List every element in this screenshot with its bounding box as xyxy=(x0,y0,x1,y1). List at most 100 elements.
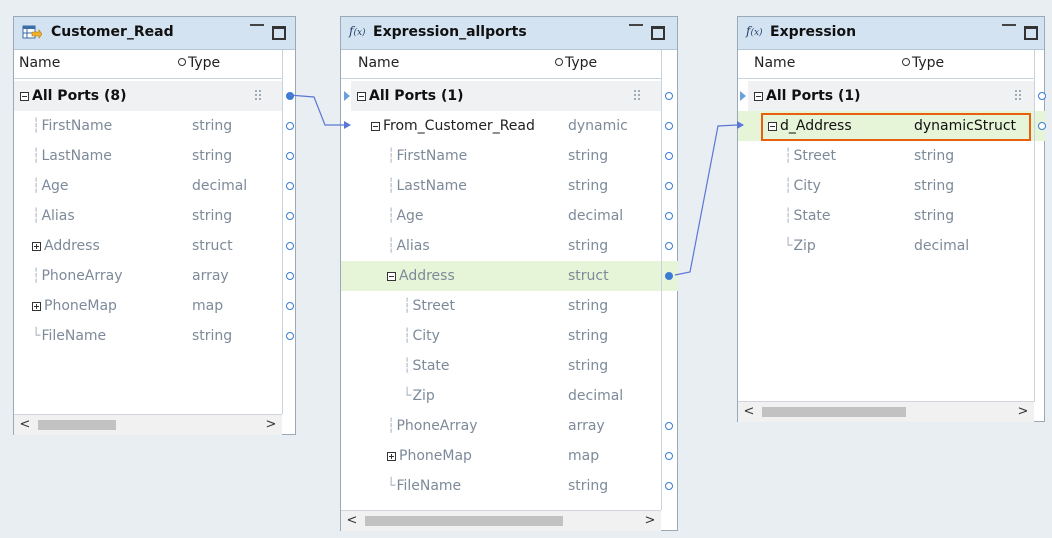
output-port[interactable] xyxy=(665,212,673,220)
output-port[interactable] xyxy=(286,272,294,280)
port-name: Age xyxy=(41,178,69,194)
col-type-header[interactable]: Type xyxy=(902,55,944,71)
scroll-left-icon[interactable]: < xyxy=(18,415,32,435)
scroll-right-icon[interactable]: > xyxy=(264,415,278,435)
table-row[interactable]: ┆City string xyxy=(738,171,1034,201)
table-row[interactable]: ┆LastName string xyxy=(14,141,282,171)
table-row[interactable]: ┆Age decimal xyxy=(341,201,661,231)
expression-titlebar[interactable]: f(x) Expression xyxy=(738,17,1044,50)
minimize-button[interactable] xyxy=(627,18,645,28)
all-ports-output-port[interactable] xyxy=(1038,92,1046,100)
output-port[interactable] xyxy=(665,122,673,130)
table-row[interactable]: └FileName string xyxy=(14,321,282,351)
table-row[interactable]: ┆Age decimal xyxy=(14,171,282,201)
col-name-header[interactable]: Name xyxy=(754,55,795,71)
collapse-icon[interactable] xyxy=(387,272,396,281)
expression-allports-panel[interactable]: f(x) Expression_allports Name Type All P… xyxy=(340,16,678,531)
scroll-right-icon[interactable]: > xyxy=(643,511,657,531)
expand-icon[interactable] xyxy=(387,452,396,461)
table-row[interactable]: PhoneMap map xyxy=(341,441,661,471)
table-row-address-highlighted[interactable]: Address struct xyxy=(341,261,661,291)
table-row[interactable]: └Zip decimal xyxy=(341,381,661,411)
table-row[interactable]: ┆City string xyxy=(341,321,661,351)
col-name-header[interactable]: Name xyxy=(19,55,60,71)
table-row[interactable]: └Zip decimal xyxy=(738,231,1034,261)
horizontal-scrollbar[interactable]: < > xyxy=(341,510,661,531)
table-row[interactable]: ┆Street string xyxy=(341,291,661,321)
expand-icon[interactable] xyxy=(32,242,41,251)
table-row[interactable]: PhoneMap map xyxy=(14,291,282,321)
drag-grip-icon[interactable] xyxy=(633,89,641,101)
table-row[interactable]: Address struct xyxy=(14,231,282,261)
collapse-icon[interactable] xyxy=(20,92,29,101)
table-row[interactable]: ┆LastName string xyxy=(341,171,661,201)
scroll-left-icon[interactable]: < xyxy=(742,402,756,422)
output-port[interactable] xyxy=(286,302,294,310)
table-row[interactable]: From_Customer_Read dynamic xyxy=(341,111,661,141)
all-ports-row[interactable]: All Ports (1) xyxy=(351,81,661,111)
port-type: string xyxy=(192,328,233,344)
customer-read-panel[interactable]: Customer_Read Name Type All Ports (8) ┆F… xyxy=(13,16,296,435)
output-port[interactable] xyxy=(286,212,294,220)
port-name: PhoneArray xyxy=(396,418,478,434)
port-name: PhoneArray xyxy=(41,268,123,284)
fx-icon: f(x) xyxy=(746,24,763,38)
output-port[interactable] xyxy=(286,182,294,190)
maximize-button[interactable] xyxy=(272,26,286,40)
table-row[interactable]: ┆State string xyxy=(738,201,1034,231)
output-port[interactable] xyxy=(665,422,673,430)
output-port[interactable] xyxy=(286,152,294,160)
scroll-thumb[interactable] xyxy=(365,516,563,526)
expression-panel[interactable]: f(x) Expression Name Type All Ports (1) … xyxy=(737,16,1046,422)
output-port[interactable] xyxy=(665,242,673,250)
maximize-button[interactable] xyxy=(651,26,665,40)
all-ports-output-port[interactable] xyxy=(665,92,673,100)
minimize-button[interactable] xyxy=(1000,18,1018,28)
all-ports-output-port[interactable] xyxy=(286,92,294,100)
table-row[interactable]: ┆State string xyxy=(341,351,661,381)
output-port[interactable] xyxy=(665,482,673,490)
table-row[interactable]: ┆FirstName string xyxy=(341,141,661,171)
col-name-header[interactable]: Name xyxy=(358,55,399,71)
port-type: string xyxy=(192,208,233,224)
output-port[interactable] xyxy=(665,452,673,460)
col-type-header[interactable]: Type xyxy=(555,55,597,71)
expand-icon[interactable] xyxy=(32,302,41,311)
customer-read-titlebar[interactable]: Customer_Read xyxy=(14,17,295,50)
collapse-icon[interactable] xyxy=(357,92,366,101)
scroll-right-icon[interactable]: > xyxy=(1016,402,1030,422)
output-port[interactable] xyxy=(286,122,294,130)
scroll-left-icon[interactable]: < xyxy=(345,511,359,531)
port-type: string xyxy=(192,118,233,134)
table-row[interactable]: ┆Alias string xyxy=(341,231,661,261)
horizontal-scrollbar[interactable]: < > xyxy=(14,414,282,435)
table-row[interactable]: ┆PhoneArray array xyxy=(341,411,661,441)
port-name: From_Customer_Read xyxy=(383,118,535,134)
output-port[interactable] xyxy=(1038,122,1046,130)
panel-title: Expression_allports xyxy=(373,24,527,40)
scroll-thumb[interactable] xyxy=(38,420,116,430)
all-ports-row[interactable]: All Ports (1) xyxy=(748,81,1034,111)
table-row[interactable]: ┆PhoneArray array xyxy=(14,261,282,291)
expression-allports-titlebar[interactable]: f(x) Expression_allports xyxy=(341,17,677,50)
all-ports-row[interactable]: All Ports (8) xyxy=(14,81,282,111)
input-group-arrow-icon xyxy=(344,91,350,101)
table-row[interactable]: └FileName string xyxy=(341,471,661,501)
minimize-button[interactable] xyxy=(248,18,266,28)
collapse-icon[interactable] xyxy=(371,122,380,131)
maximize-button[interactable] xyxy=(1024,26,1038,40)
drag-grip-icon[interactable] xyxy=(254,89,262,101)
output-port[interactable] xyxy=(286,332,294,340)
collapse-icon[interactable] xyxy=(754,92,763,101)
scroll-thumb[interactable] xyxy=(762,407,906,417)
table-row[interactable]: ┆FirstName string xyxy=(14,111,282,141)
table-row[interactable]: ┆Street string xyxy=(738,141,1034,171)
horizontal-scrollbar[interactable]: < > xyxy=(738,401,1034,422)
output-port[interactable] xyxy=(286,242,294,250)
output-port[interactable] xyxy=(665,182,673,190)
drag-grip-icon[interactable] xyxy=(1014,89,1022,101)
output-port[interactable] xyxy=(665,152,673,160)
col-type-header[interactable]: Type xyxy=(178,55,220,71)
address-output-port[interactable] xyxy=(665,272,673,280)
table-row[interactable]: ┆Alias string xyxy=(14,201,282,231)
